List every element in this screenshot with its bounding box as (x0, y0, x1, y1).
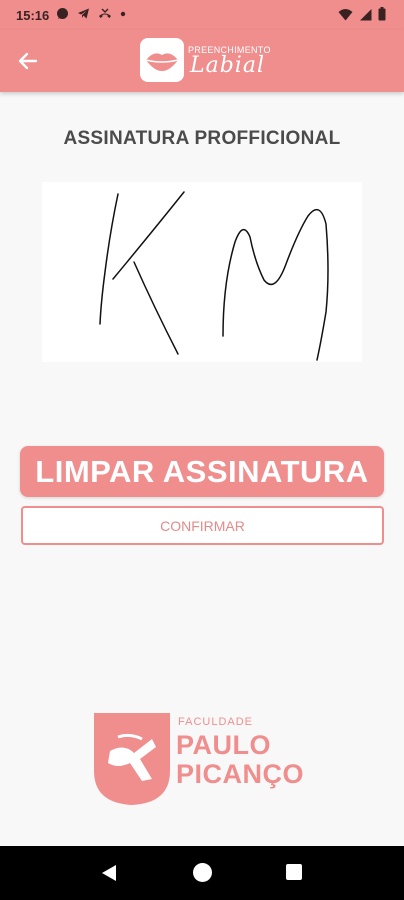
wifi-icon (338, 8, 353, 20)
notification-icons (56, 7, 126, 20)
lips-icon (145, 53, 179, 71)
system-icons (338, 7, 386, 21)
page-title: ASSINATURA PROFFICIONAL (63, 128, 341, 149)
dot-icon (120, 11, 126, 16)
missed-call-icon (99, 8, 111, 18)
signature-drawing (99, 191, 329, 361)
clear-signature-button[interactable]: LIMPAR ASSINATURA (20, 446, 384, 497)
recents-square-icon[interactable] (286, 864, 302, 880)
app-bar: PREENCHIMENTO Labial (0, 30, 404, 92)
home-circle-icon[interactable] (193, 863, 212, 882)
confirm-button[interactable]: CONFIRMAR (21, 506, 384, 545)
signature-pad[interactable] (42, 182, 362, 362)
faculdade-logo: FACULDADE PAULO PICANÇO (94, 713, 324, 805)
status-bar: 15:16 (0, 0, 404, 30)
arrow-left-icon (18, 52, 38, 70)
signal-icon (360, 8, 372, 20)
faculdade-shield-icon (94, 713, 170, 805)
back-triangle-icon[interactable] (101, 864, 117, 882)
status-time: 15:16 (16, 8, 50, 23)
whatsapp-icon (57, 8, 68, 19)
battery-icon (378, 7, 386, 21)
navigation-bar (0, 846, 404, 900)
logo-text-bottom: Labial (190, 53, 265, 78)
logo-faculdade-text: FACULDADE (178, 716, 254, 728)
back-button[interactable] (14, 47, 42, 75)
lips-logo-box (140, 38, 184, 82)
logo-paulo-text: PAULO (176, 730, 271, 760)
logo-picanco-text: PICANÇO (176, 759, 305, 789)
telegram-icon (78, 8, 89, 19)
app-logo: PREENCHIMENTO Labial (140, 38, 270, 84)
